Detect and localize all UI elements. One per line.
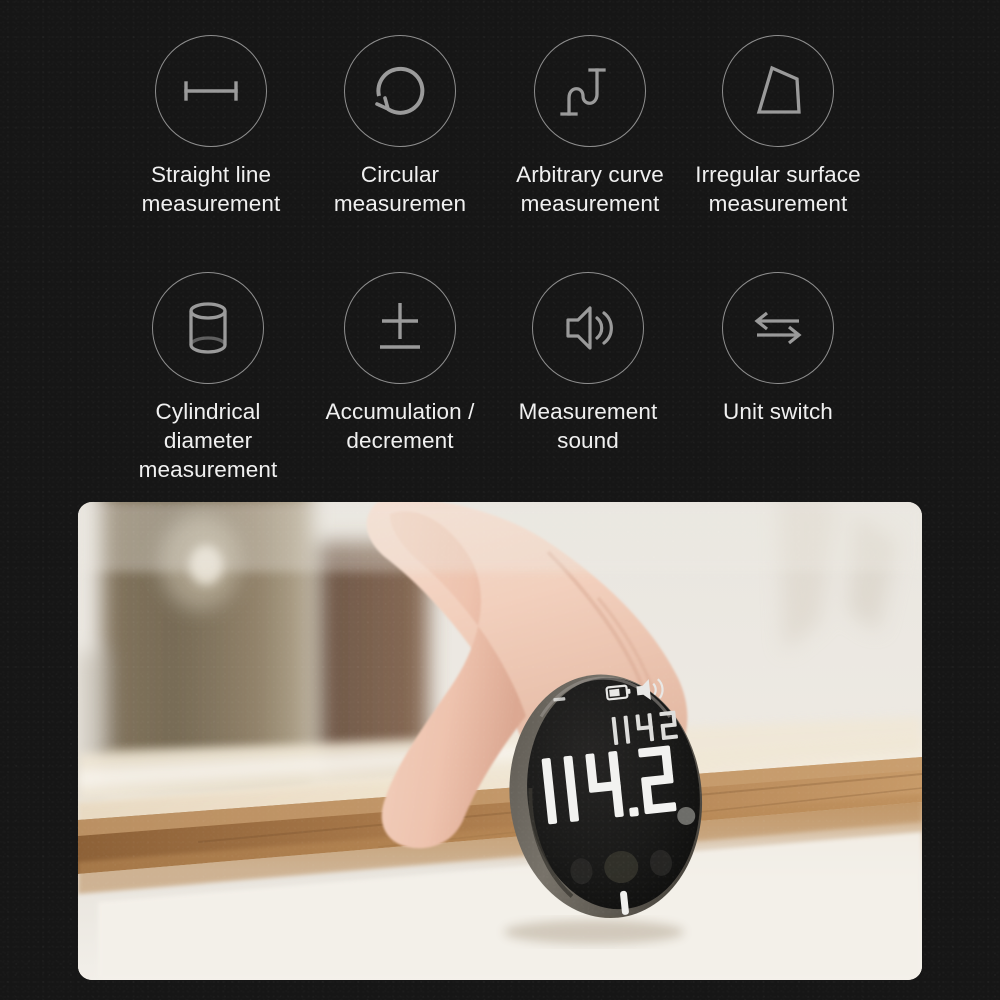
arbitrary-curve-icon — [534, 35, 646, 147]
feature-unit-switch[interactable]: Unit switch — [673, 272, 883, 426]
feature-circular[interactable]: Circular measuremen — [295, 35, 505, 218]
circular-arrow-icon — [344, 35, 456, 147]
feature-label: Accumulation / decrement — [325, 399, 475, 453]
feature-grid: Straight line measurement Circular measu… — [0, 0, 1000, 490]
product-in-hand-photo — [78, 502, 922, 980]
plus-minus-icon — [344, 272, 456, 384]
feature-label: Cylindrical diameter measurement — [138, 399, 278, 482]
feature-accumulation-decrement[interactable]: Accumulation / decrement — [295, 272, 505, 455]
feature-label: Unit switch — [723, 399, 833, 424]
speaker-sound-icon — [532, 272, 644, 384]
photo-scene — [78, 502, 922, 980]
feature-label: Arbitrary curve measurement — [516, 162, 664, 216]
feature-irregular-surface[interactable]: Irregular surface measurement — [673, 35, 883, 218]
feature-arbitrary-curve[interactable]: Arbitrary curve measurement — [485, 35, 695, 218]
feature-label: Straight line measurement — [141, 162, 281, 216]
feature-label: Circular measuremen — [333, 162, 467, 216]
feature-measurement-sound[interactable]: Measurement sound — [483, 272, 693, 455]
irregular-surface-icon — [722, 35, 834, 147]
unit-switch-arrows-icon — [722, 272, 834, 384]
feature-cylindrical-diameter[interactable]: Cylindrical diameter measurement — [103, 272, 313, 484]
feature-label: Irregular surface measurement — [695, 162, 861, 216]
straight-line-icon — [155, 35, 267, 147]
feature-label: Measurement sound — [518, 399, 658, 453]
feature-straight-line[interactable]: Straight line measurement — [106, 35, 316, 218]
cylinder-icon — [152, 272, 264, 384]
